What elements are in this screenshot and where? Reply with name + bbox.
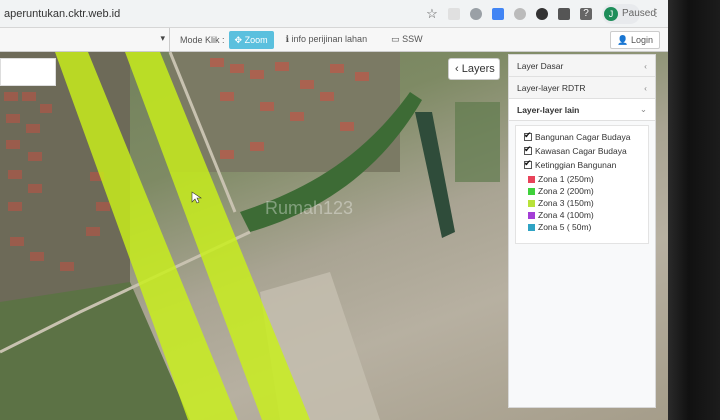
browser-extensions: ☆ ? J Paused ⋮: [426, 3, 668, 24]
legend-label: Zona 5 ( 50m): [538, 222, 592, 232]
profile-status: Paused: [622, 7, 656, 19]
checkbox-label: Kawasan Cagar Budaya: [535, 146, 627, 156]
legend-item: Zona 2 (200m): [528, 186, 644, 196]
legend-label: Zona 3 (150m): [538, 198, 594, 208]
chevron-left-icon: ‹: [455, 63, 459, 75]
legend-item: Zona 5 ( 50m): [528, 222, 644, 232]
satellite-map[interactable]: Rumah123 ‹ Layers Layer Dasar ‹ Layer-la…: [0, 52, 668, 420]
section-layer-dasar[interactable]: Layer Dasar ‹: [509, 55, 655, 77]
legend-swatch: [528, 175, 535, 183]
chevron-left-icon: ‹: [644, 60, 647, 71]
layers-panel: Layer Dasar ‹ Layer-layer RDTR ‹ Layer-l…: [508, 54, 656, 408]
browser-url-bar: aperuntukan.cktr.web.id ☆ ? J Paused ⋮: [0, 0, 668, 28]
help-icon[interactable]: ?: [580, 7, 592, 20]
monitor-bezel: [668, 0, 720, 420]
ssw-button[interactable]: ▭ SSW: [379, 34, 435, 45]
screen: aperuntukan.cktr.web.id ☆ ? J Paused ⋮ ▾…: [0, 0, 668, 420]
checkbox-checked-icon[interactable]: [524, 144, 532, 155]
checkbox-bangunan-cagar-budaya[interactable]: Bangunan Cagar Budaya: [524, 130, 644, 142]
avatar: J: [604, 6, 618, 21]
checkbox-label: Bangunan Cagar Budaya: [535, 132, 631, 142]
legend-swatch: [528, 187, 535, 195]
info-perijinan-button[interactable]: ℹ info perijinan lahan: [274, 34, 379, 45]
browser-menu-icon[interactable]: ⋮: [650, 8, 662, 20]
section-layer-lain[interactable]: Layer-layer lain ⌄: [509, 99, 655, 121]
layers-toggle-button[interactable]: ‹ Layers: [448, 58, 500, 80]
section-label: Layer-layer lain: [517, 104, 580, 115]
layers-label: Layers: [461, 63, 495, 75]
bookmark-star-icon[interactable]: ☆: [426, 7, 438, 20]
map-search-box[interactable]: [0, 58, 56, 86]
info-label: info perijinan lahan: [291, 34, 368, 44]
legend-label: Zona 2 (200m): [538, 186, 594, 196]
zoom-mode-button[interactable]: ✥ Zoom: [228, 30, 274, 49]
login-button[interactable]: 👤 Login: [610, 30, 660, 49]
extension-icon[interactable]: [536, 7, 548, 20]
extension-icon[interactable]: [448, 7, 460, 20]
checkbox-kawasan-cagar-budaya[interactable]: Kawasan Cagar Budaya: [524, 144, 644, 156]
legend-swatch: [528, 211, 535, 219]
legend-label: Zona 4 (100m): [538, 210, 594, 220]
chevron-down-icon: ⌄: [639, 104, 647, 114]
extension-icon[interactable]: [558, 7, 570, 20]
chevron-down-icon: ▾: [160, 32, 165, 43]
ssw-label: SSW: [402, 34, 423, 44]
legend-item: Zona 3 (150m): [528, 198, 644, 208]
legend-item: Zona 1 (250m): [528, 174, 644, 184]
layer-select[interactable]: ▾: [0, 27, 170, 52]
extension-icon[interactable]: [514, 7, 526, 20]
legend-swatch: [528, 199, 535, 207]
zoom-label: Zoom: [244, 34, 268, 45]
section-label: Layer-layer RDTR: [517, 82, 586, 93]
legend-label: Zona 1 (250m): [538, 174, 594, 184]
login-label: Login: [630, 34, 653, 45]
mode-klik-label: Mode Klik :: [180, 34, 225, 45]
extension-icon[interactable]: [470, 7, 482, 20]
section-label: Layer Dasar: [517, 60, 564, 71]
checkbox-label: Ketinggian Bangunan: [535, 160, 617, 170]
chevron-left-icon: ‹: [644, 82, 647, 93]
section-layer-lain-body: Bangunan Cagar Budaya Kawasan Cagar Buda…: [515, 125, 649, 244]
height-zone-legend: Zona 1 (250m) Zona 2 (200m) Zona 3 (150m…: [528, 174, 644, 232]
address-bar[interactable]: aperuntukan.cktr.web.id: [0, 8, 426, 20]
legend-item: Zona 4 (100m): [528, 210, 644, 220]
field-right: [455, 102, 500, 182]
canal: [415, 112, 455, 238]
extension-icon[interactable]: [492, 7, 504, 20]
legend-swatch: [528, 223, 535, 231]
checkbox-checked-icon[interactable]: [524, 130, 532, 141]
checkbox-ketinggian-bangunan[interactable]: Ketinggian Bangunan: [524, 158, 644, 170]
map-toolbar: ▾ Mode Klik : ✥ Zoom ℹ info perijinan la…: [0, 27, 668, 52]
watermark: Rumah123: [265, 198, 353, 218]
checkbox-checked-icon[interactable]: [524, 158, 532, 169]
profile-button[interactable]: J Paused: [602, 3, 656, 24]
section-layer-rdtr[interactable]: Layer-layer RDTR ‹: [509, 77, 655, 99]
